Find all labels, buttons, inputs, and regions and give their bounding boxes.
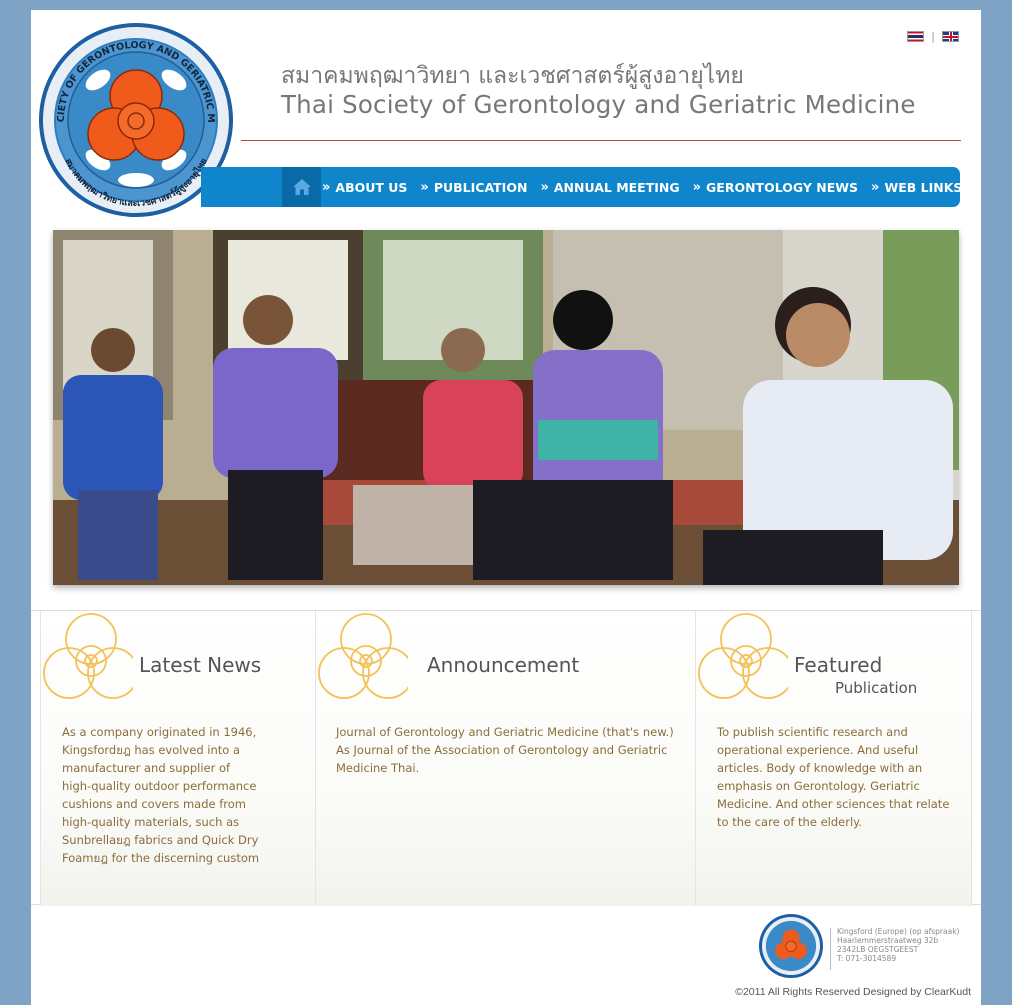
thai-flag-icon[interactable] [907,31,925,42]
footer-logo [758,913,824,979]
address-line: 2342LB OEGSTGEEST [837,945,919,954]
page: THAI SOCIETY OF GERONTOLOGY AND GERIATRI… [31,10,981,1005]
home-button[interactable] [282,167,321,207]
nav-item-label: GERONTOLOGY NEWS [706,179,859,195]
latest-news-text: As a company originated in 1946, Kingsfo… [62,723,259,867]
hero-photo [53,230,959,585]
chevron-right-icon: » [420,179,429,195]
text-line: emphasis on Gerontology. Geriatric [717,779,920,793]
text-line: cushions and covers made from [62,797,247,811]
site-title-thai: สมาคมพฤฒาวิทยา และเวชศาสตร์ผู้สูงอายุไทย [281,63,744,89]
text-line: Foamยฎ for the discerning custom [62,851,260,865]
text-line: As Journal of the Association of Geronto… [336,743,668,757]
text-line: As a company originated in 1946, [62,725,257,739]
uk-flag-icon[interactable] [942,31,959,42]
title-divider [241,140,961,141]
nav-item-label: ANNUAL MEETING [553,179,680,195]
footer-divider [830,928,831,970]
featured-publication-panel: Featured Publication To publish scientif… [696,611,972,906]
flower-logo-icon [698,613,788,699]
nav-item-label: ABOUT US [335,179,408,195]
nav-item-annual-meeting[interactable]: » ANNUAL MEETING [540,180,679,195]
announcement-panel: Announcement Journal of Gerontology and … [316,611,696,906]
nav-item-about-us[interactable]: » ABOUT US [322,180,407,195]
address-line: Haarlemmerstraatweg 32b [837,936,939,945]
text-line: articles. Body of knowledge with an [717,761,923,775]
footer-address: Kingsford (Europe) (op afspraak) Haarlem… [837,927,959,963]
flag-separator: | [931,30,935,43]
text-line: manufacturer and supplier of [62,761,231,775]
announcement-text: Journal of Gerontology and Geriatric Med… [336,723,674,777]
language-switcher: | [907,30,959,43]
text-line: Medicine Thai. [336,761,420,775]
address-line: T: 071-3014589 [837,954,897,963]
flower-logo-icon [43,613,133,699]
text-line: high-quality materials, such as [62,815,240,829]
featured-text: To publish scientific research and opera… [717,723,949,831]
featured-title: Featured [794,653,883,677]
nav-item-web-links[interactable]: » WEB LINKS [871,180,962,195]
text-line: To publish scientific research and [717,725,908,739]
text-line: Medicine. And other sciences that relate [717,797,950,811]
chevron-right-icon: » [322,179,331,195]
home-icon [292,179,311,195]
flower-logo-icon [318,613,408,699]
nav-item-publication[interactable]: » PUBLICATION [420,180,527,195]
featured-subtitle: Publication [835,679,918,697]
latest-news-title: Latest News [139,653,262,677]
nav-item-label: PUBLICATION [433,179,528,195]
copyright-notice: ©2011 All Rights Reserved Designed by Cl… [735,986,971,998]
chevron-right-icon: » [871,179,880,195]
photo-elderly-woman-visitors [53,230,959,585]
content-columns: Latest News As a company originated in 1… [31,610,981,906]
nav-item-label: WEB LINKS [884,179,963,195]
text-line: Kingsfordยฎ has evolved into a [62,743,241,757]
announcement-title: Announcement [427,653,580,677]
address-line: Kingsford (Europe) (op afspraak) [837,927,960,936]
site-title-english: Thai Society of Gerontology and Geriatri… [281,90,916,119]
chevron-right-icon: » [540,179,549,195]
latest-news-panel: Latest News As a company originated in 1… [40,611,316,906]
nav-item-gerontology-news[interactable]: » GERONTOLOGY NEWS [693,180,858,195]
nav-items: » ABOUT US » PUBLICATION » ANNUAL MEETIN… [322,180,975,195]
main-navigation: » ABOUT US » PUBLICATION » ANNUAL MEETIN… [201,167,962,207]
text-line: to the care of the elderly. [717,815,862,829]
text-line: operational experience. And useful [717,743,919,757]
text-line: Journal of Gerontology and Geriatric Med… [336,725,674,739]
text-line: Sunbrellaยฎ fabrics and Quick Dry [62,833,259,847]
chevron-right-icon: » [692,179,702,195]
text-line: high-quality outdoor performance [62,779,257,793]
